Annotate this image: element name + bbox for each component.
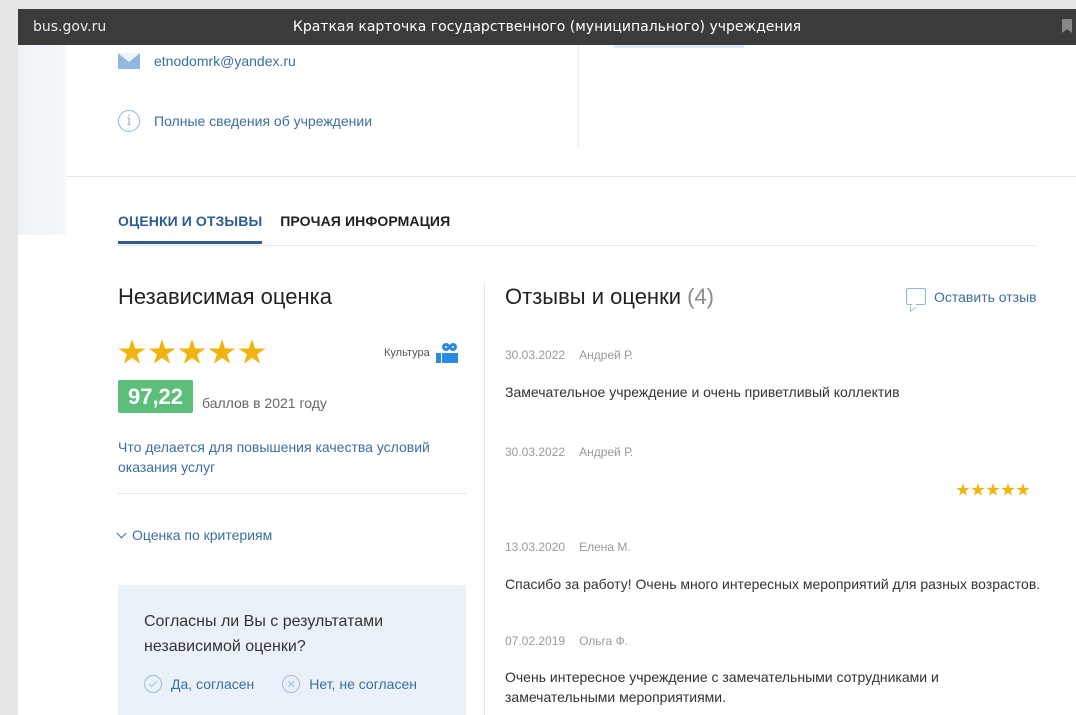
email-row: etnodomrk@yandex.ru [118, 53, 296, 69]
mail-icon [118, 53, 140, 69]
reviews-count: (4) [687, 284, 715, 309]
column-divider [484, 283, 485, 715]
culture-icon [435, 343, 458, 363]
star-icon [148, 339, 176, 364]
email-link[interactable]: etnodomrk@yandex.ru [154, 53, 296, 69]
review-author: Ольга Ф. [579, 634, 629, 648]
full-info-row[interactable]: i Полные сведения об учреждении [118, 110, 372, 132]
criteria-divider [118, 493, 466, 494]
x-circle-icon: ✕ [282, 675, 301, 693]
tab-other-info[interactable]: ПРОЧАЯ ИНФОРМАЦИЯ [280, 213, 450, 244]
independent-rating-heading: Независимая оценка [118, 284, 332, 309]
review-meta: 30.03.2022 Андрей Р. [505, 445, 633, 459]
star-icon [971, 483, 985, 496]
review-stars [956, 483, 1030, 497]
agree-yes-label: Да, согласен [171, 676, 255, 692]
reviews-heading: Отзывы и оценки (4) [505, 284, 714, 310]
left-decoration [18, 45, 66, 235]
agree-no-button[interactable]: ✕ Нет, не согласен [282, 675, 417, 693]
review-text: Очень интересное учреждение с замечатель… [505, 669, 939, 705]
score-note: баллов в 2021 году [202, 395, 327, 411]
window-titlebar: bus.gov.ru Краткая карточка государствен… [18, 9, 1076, 45]
check-circle-icon [144, 675, 162, 693]
star-icon [178, 339, 206, 364]
review-date: 30.03.2022 [505, 348, 566, 362]
contact-divider [578, 45, 579, 147]
review-author: Андрей Р. [579, 348, 634, 362]
agree-options: Да, согласен ✕ Нет, не согласен [144, 675, 440, 693]
tabs-underline [118, 245, 1036, 246]
full-info-link[interactable]: Полные сведения об учреждении [154, 113, 372, 129]
review-date: 30.03.2022 [505, 445, 566, 459]
leave-review-button[interactable]: Оставить отзыв [906, 288, 1037, 305]
star-icon [956, 483, 970, 496]
star-icon [118, 339, 146, 364]
header-stub [614, 45, 744, 48]
agree-no-label: Нет, не согласен [309, 676, 417, 692]
leave-review-label: Оставить отзыв [934, 288, 1037, 305]
window-title: Краткая карточка государственного (муниц… [292, 19, 802, 35]
review-text: Спасибо за работу! Очень много интересны… [505, 576, 1041, 592]
info-icon: i [118, 110, 140, 132]
star-icon [986, 483, 1000, 496]
star-icon [1016, 483, 1030, 496]
criteria-toggle[interactable]: Оценка по критериям [116, 527, 273, 543]
agree-question: Согласны ли Вы с результатами независимо… [144, 613, 384, 655]
review-date: 13.03.2020 [505, 540, 566, 554]
review-text: Замечательное учреждение и очень приветл… [505, 384, 900, 400]
tab-ratings-reviews[interactable]: ОЦЕНКИ И ОТЗЫВЫ [118, 213, 263, 244]
category-tag: Культура [384, 343, 458, 363]
review-meta: 30.03.2022 Андрей Р. [505, 348, 633, 362]
review-meta: 13.03.2020 Елена М. [505, 540, 631, 554]
criteria-label: Оценка по критериям [132, 527, 273, 543]
agree-box: Согласны ли Вы с результатами независимо… [118, 585, 466, 715]
review-author: Елена М. [579, 540, 631, 554]
chevron-down-icon [116, 528, 127, 538]
star-icon [238, 339, 266, 364]
page-frame: bus.gov.ru Краткая карточка государствен… [18, 9, 1076, 715]
review-meta: 07.02.2019 Ольга Ф. [505, 634, 628, 648]
reviews-title: Отзывы и оценки [505, 284, 681, 309]
comment-icon [906, 288, 926, 305]
star-icon [208, 339, 236, 364]
quality-improvement-link[interactable]: Что делается для повышения качества усло… [118, 437, 458, 477]
star-icon [1001, 483, 1015, 496]
section-divider [66, 176, 1076, 177]
review-author: Андрей Р. [579, 445, 634, 459]
rating-stars [118, 339, 266, 366]
score-badge: 97,22 [118, 380, 193, 413]
tab-bar: ОЦЕНКИ И ОТЗЫВЫ ПРОЧАЯ ИНФОРМАЦИЯ [118, 213, 450, 244]
agree-yes-button[interactable]: Да, согласен [144, 675, 254, 693]
review-date: 07.02.2019 [505, 634, 566, 648]
category-label: Культура [384, 347, 430, 359]
